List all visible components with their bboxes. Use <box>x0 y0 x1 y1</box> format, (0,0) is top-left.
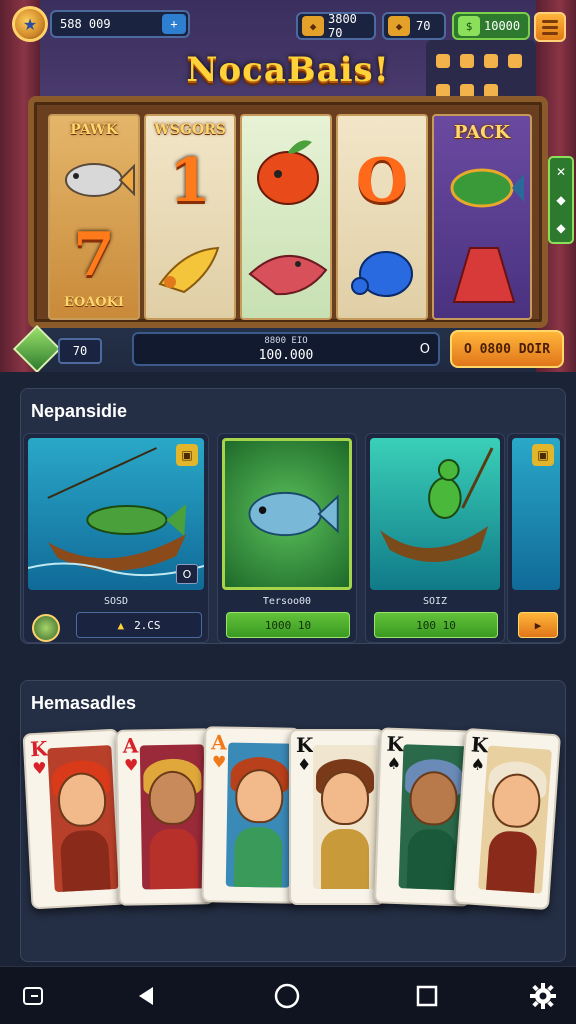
system-nav-bar <box>0 966 576 1024</box>
resource-gems: ◆ 70 <box>382 12 446 40</box>
characters-section: Hemasadles K ♥ A ♥ A ♥ K ♦ K ♠ K ♠ <box>20 680 566 962</box>
resource-cash[interactable]: $ 10000 <box>452 12 530 40</box>
game-logo: NocaBais! <box>186 50 390 90</box>
card-2-caption: Tersoo00 <box>262 596 312 607</box>
resource-gems-value: 70 <box>416 19 431 33</box>
plus-icon[interactable]: + <box>162 14 186 34</box>
play-icon[interactable]: ▶ <box>518 612 558 638</box>
menu-button[interactable] <box>534 12 566 42</box>
card-rank: K <box>296 733 314 757</box>
card-rank: K <box>470 732 490 758</box>
win-display: 8800 EIO 100.000 O <box>132 332 440 366</box>
side-panel[interactable]: ✕ ◆ ◆ <box>548 156 574 244</box>
heart-suit-icon: ♥ <box>123 755 139 775</box>
reel-2-symbol: 1 <box>169 146 211 216</box>
character-card-6[interactable]: K ♠ <box>452 727 562 911</box>
home-circle-icon[interactable] <box>270 979 304 1013</box>
triangle-back-icon[interactable] <box>130 979 164 1013</box>
coin-icon: ◆ <box>302 16 324 36</box>
fruit-symbol-icon <box>257 140 319 205</box>
game-card-3[interactable]: SOIZ 100 10 <box>365 433 505 643</box>
game-card-4-partial[interactable]: ▣ ▶ <box>507 433 565 643</box>
up-arrow-icon: ▲ <box>117 618 125 632</box>
card-1-gem-icon <box>32 614 60 642</box>
slot-scene: ★ 588 009 + ◆ 3800 70 ◆ 70 $ 10000 NocaB… <box>0 0 576 372</box>
character-card-3[interactable]: A ♥ <box>201 726 301 904</box>
reel-4: O <box>336 114 428 320</box>
recents-square-icon[interactable] <box>410 979 444 1013</box>
gift-icon-2[interactable]: ▣ <box>532 444 554 466</box>
reel-2-label: WSGORS <box>154 122 226 138</box>
top-bar: ★ 588 009 + ◆ 3800 70 ◆ 70 $ 10000 <box>0 0 576 54</box>
section-title: Nepansidie <box>31 401 128 421</box>
cash-icon: $ <box>458 16 480 36</box>
win-suffix: O <box>419 342 430 357</box>
reel-1: PAWK 7 EOAOKI <box>48 114 140 320</box>
reel-1-symbol: 7 <box>73 220 115 290</box>
reel-2: WSGORS 1 <box>144 114 236 320</box>
diamond-icon-2: ◆ <box>556 221 566 235</box>
settings-gear-icon[interactable] <box>526 979 560 1013</box>
game-card-2[interactable]: Tersoo00 1000 10 <box>217 433 357 643</box>
back-app-icon[interactable] <box>16 979 50 1013</box>
card-3-button[interactable]: 100 10 <box>374 612 498 638</box>
win-label: 8800 EIO <box>264 336 308 346</box>
slot-machine: PAWK 7 EOAOKI WSGORS 1 O PACK <box>28 96 548 328</box>
reel-4-symbol: O <box>355 146 409 216</box>
game-card-1[interactable]: ▣ O SOSD ▲ 2.CS <box>23 433 209 643</box>
bet-value[interactable]: 70 <box>58 338 102 364</box>
diamond-icon: ◆ <box>556 193 566 207</box>
win-value: 100.000 <box>258 348 314 363</box>
card-1-button-label: 2.CS <box>134 618 161 632</box>
goldfish-symbol-icon <box>158 246 220 294</box>
card-rank: K <box>386 731 405 757</box>
character-card-1[interactable]: K ♥ <box>22 728 128 910</box>
slot-control-bar: 70 8800 EIO 100.000 O O 0800 DOIR <box>12 324 566 372</box>
player-avatar[interactable]: ★ <box>12 6 48 42</box>
hamburger-icon <box>542 19 558 23</box>
close-icon[interactable]: ✕ <box>556 165 566 179</box>
heart-suit-icon: ♥ <box>31 758 48 779</box>
featured-section: Nepansidie ▣ O SOSD ▲ 2.CS Tersoo00 1000… <box>20 388 566 644</box>
card-1-button[interactable]: ▲ 2.CS <box>76 612 202 638</box>
resource-coins: ◆ 3800 70 <box>296 12 376 40</box>
resource-coins-value: 3800 70 <box>328 12 357 40</box>
shell-symbol-icon <box>248 255 328 296</box>
spade-suit-icon: ♠ <box>386 753 402 774</box>
heart-suit-icon: ♥ <box>211 752 227 772</box>
reel-1-bottom-label: EOAOKI <box>63 295 125 310</box>
gift-icon[interactable]: ▣ <box>176 444 198 466</box>
reel-5-label: PACK <box>453 122 511 143</box>
green-fish-symbol-icon <box>450 168 524 208</box>
character-card-4[interactable]: K ♦ <box>289 729 385 905</box>
spin-button[interactable]: O 0800 DOIR <box>450 330 564 368</box>
card-2-button[interactable]: 1000 10 <box>226 612 350 638</box>
card-rank: A <box>211 730 228 755</box>
reel-1-label: PAWK <box>70 122 118 138</box>
red-hat-symbol-icon <box>452 247 516 303</box>
card-1-caption: SOSD <box>103 596 129 607</box>
spade-suit-icon: ♠ <box>470 754 486 775</box>
card-rank: A <box>122 733 139 758</box>
partial-boat-art: ▣ <box>512 438 560 590</box>
fish-art <box>222 438 352 590</box>
reel-5: PACK <box>432 114 532 320</box>
section-title-2: Hemasadles <box>31 693 137 713</box>
resource-cash-value: 10000 <box>484 19 521 33</box>
player-balance-value: 588 009 <box>60 17 111 31</box>
card-3-caption: SOIZ <box>422 596 448 607</box>
reel-3 <box>240 114 332 320</box>
bet-gem-icon <box>12 324 62 372</box>
diamond-suit-icon: ♦ <box>297 755 312 774</box>
character-card-2[interactable]: A ♥ <box>115 728 215 906</box>
player-balance: 588 009 + <box>50 10 190 38</box>
gem-icon: ◆ <box>388 16 410 36</box>
card-1-corner: O <box>176 564 198 584</box>
frog-boat-art <box>370 438 500 590</box>
card-rank: K <box>29 736 49 762</box>
blue-pot-symbol-icon <box>351 251 413 297</box>
fishing-boat-art: ▣ O <box>28 438 204 590</box>
fish-symbol-icon <box>65 163 135 197</box>
